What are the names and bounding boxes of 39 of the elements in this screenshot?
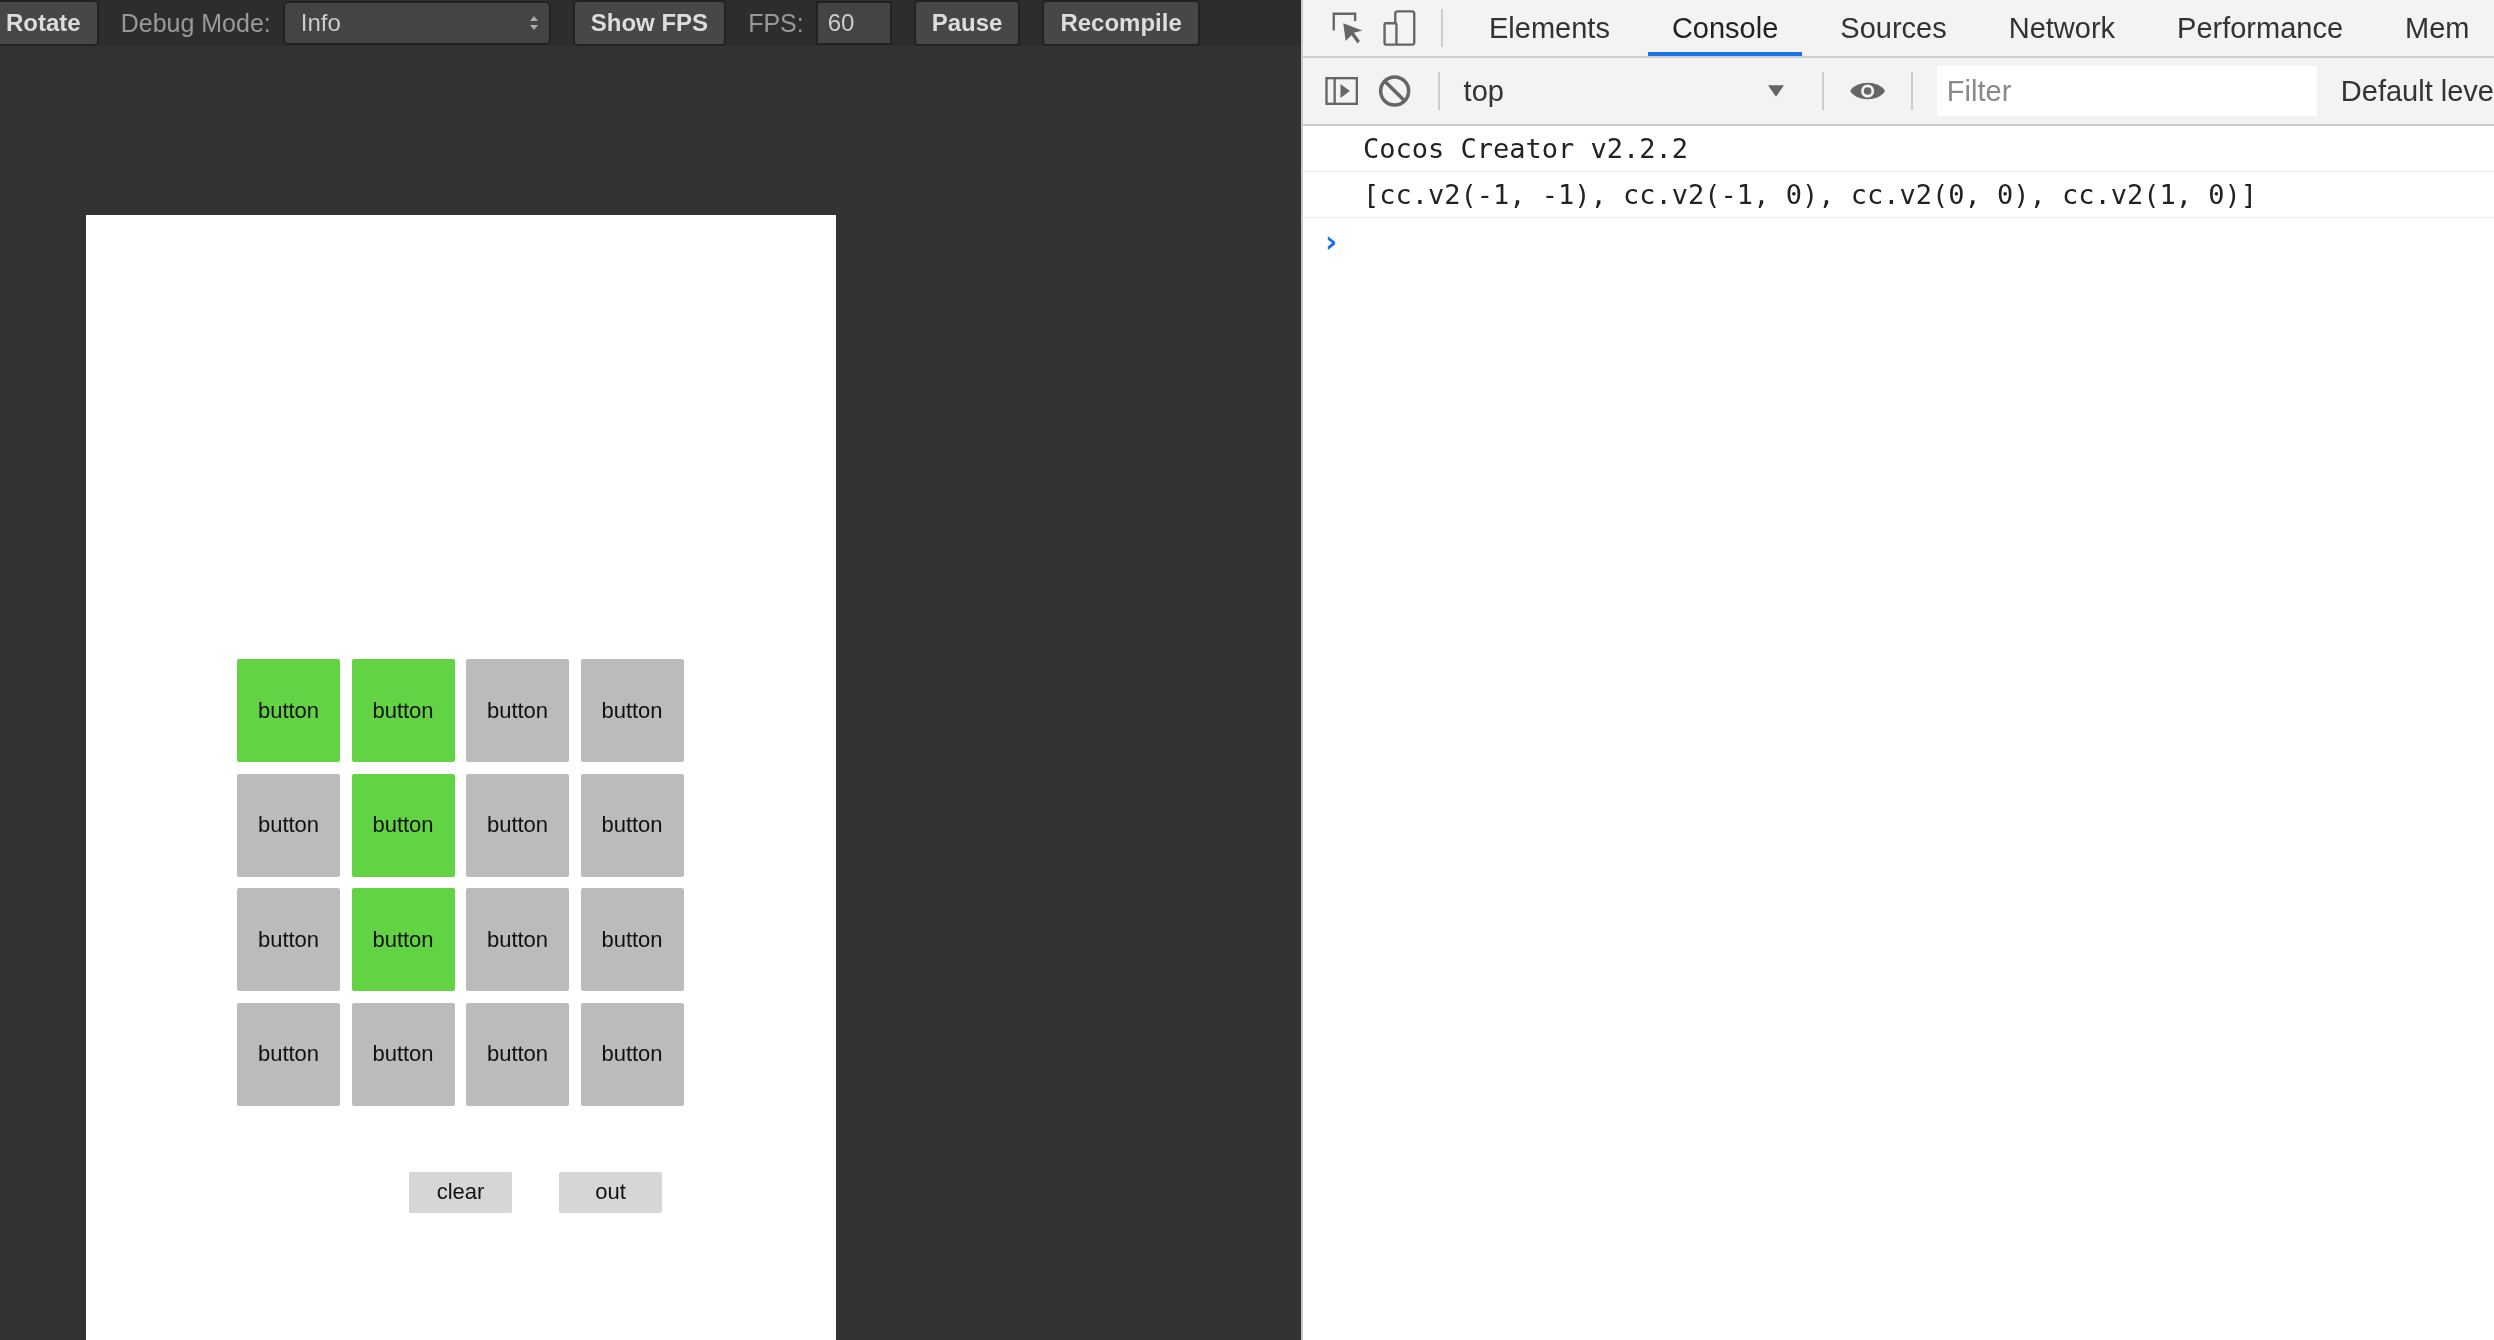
grid-button[interactable]: button: [580, 659, 684, 762]
devtools-tab[interactable]: Network: [1984, 0, 2140, 56]
grid-button[interactable]: button: [237, 659, 340, 762]
log-levels-select[interactable]: Default leve: [2340, 74, 2494, 108]
console-prompt[interactable]: ›: [1325, 224, 1338, 259]
grid-button[interactable]: button: [466, 659, 569, 762]
console-message: Cocos Creator v2.2.2: [1303, 126, 2494, 172]
context-select[interactable]: top: [1463, 74, 1798, 108]
action-button[interactable]: out: [559, 1171, 662, 1213]
fps-field[interactable]: 60: [815, 1, 892, 45]
grid-button[interactable]: button: [351, 659, 455, 762]
grid-button[interactable]: button: [466, 1002, 569, 1106]
devtools-tab[interactable]: Mem: [2381, 0, 2494, 56]
pause-button[interactable]: Pause: [913, 0, 1021, 46]
debug-mode-select[interactable]: Info: [282, 1, 551, 45]
updown-arrows-icon: [528, 14, 539, 32]
grid-button[interactable]: button: [466, 888, 569, 991]
grid-button[interactable]: button: [580, 1002, 684, 1106]
console-message: [cc.v2(-1, -1), cc.v2(-1, 0), cc.v2(0, 0), cc.v2(1, 0)]: [1303, 172, 2494, 218]
grid-button[interactable]: button: [351, 888, 455, 991]
grid-button[interactable]: button: [466, 773, 569, 877]
devtools-tab[interactable]: Performance: [2153, 0, 2368, 56]
devtools-tab[interactable]: Sources: [1816, 0, 1971, 56]
grid-button[interactable]: button: [580, 773, 684, 877]
grid-button[interactable]: button: [351, 773, 455, 877]
devtools-tab[interactable]: Elements: [1465, 0, 1634, 56]
action-button[interactable]: clear: [409, 1171, 512, 1213]
grid-button[interactable]: button: [351, 1002, 455, 1106]
rotate-button[interactable]: Rotate: [0, 0, 99, 46]
filter-field[interactable]: Filter: [1936, 66, 2317, 116]
recompile-button[interactable]: Recompile: [1042, 0, 1200, 46]
grid-button[interactable]: button: [580, 888, 684, 991]
grid-button[interactable]: button: [237, 1002, 340, 1106]
fps-label: FPS:: [748, 8, 804, 38]
grid-button[interactable]: button: [237, 888, 340, 991]
show-fps-button[interactable]: Show FPS: [572, 0, 727, 46]
dropdown-triangle-icon: [1767, 85, 1784, 97]
grid-button[interactable]: button: [237, 773, 340, 877]
debug-mode-label: Debug Mode:: [120, 8, 271, 38]
